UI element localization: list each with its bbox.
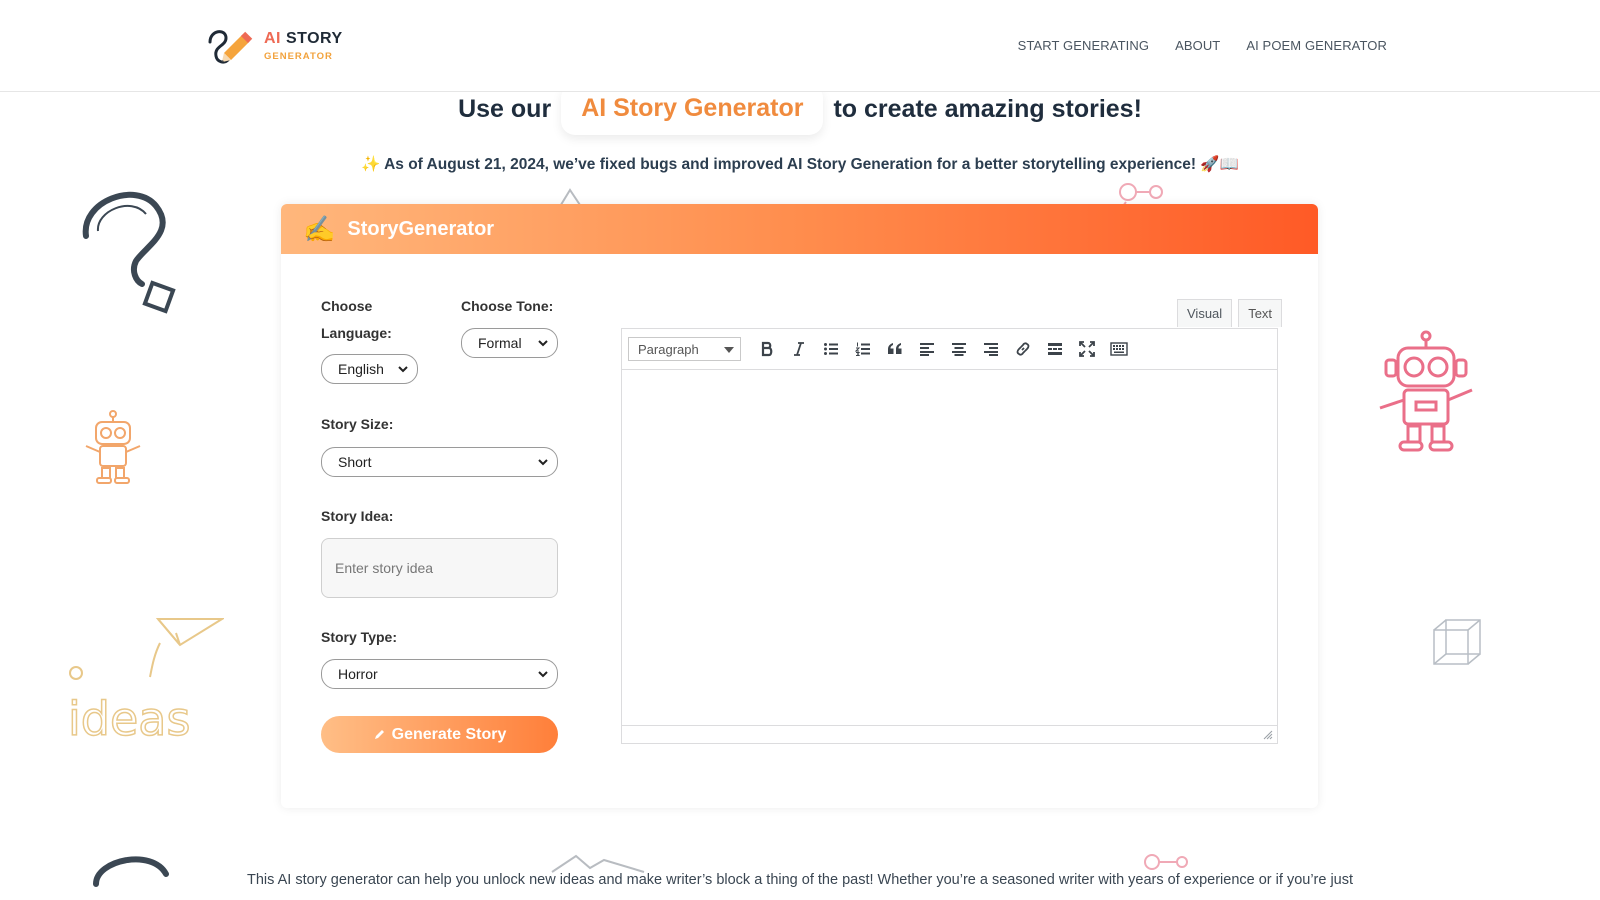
story-idea-input[interactable]: Enter story idea [321,538,558,598]
update-notice-text: As of August 21, 2024, we’ve fixed bugs … [384,156,1197,173]
main-nav: START GENERATING ABOUT AI POEM GENERATOR [1018,38,1387,53]
generate-story-button[interactable]: Generate Story [321,716,558,753]
update-notice: ✨ As of August 21, 2024, we’ve fixed bug… [0,155,1600,174]
question-mark-doodle-icon [82,191,176,314]
rocket-book-icon: 🚀📖 [1200,156,1239,173]
site-logo[interactable]: AI STORY GENERATOR [204,24,343,68]
chevron-down-icon [538,671,548,678]
size-label: Story Size: [321,416,394,432]
editor-statusbar [622,725,1277,743]
link-icon[interactable] [1011,337,1035,361]
type-label: Story Type: [321,629,397,645]
caret-down-icon [724,347,734,353]
tone-select-value: Formal [478,335,522,351]
bold-icon[interactable] [755,337,779,361]
card-header: ✍️ StoryGenerator [281,204,1318,254]
type-select[interactable]: Horror [321,659,558,689]
toolbar-toggle-icon[interactable] [1107,337,1131,361]
logo-ai: AI [264,29,281,47]
tab-visual[interactable]: Visual [1177,299,1233,327]
nav-start-generating[interactable]: START GENERATING [1018,38,1149,53]
site-header: AI STORY GENERATOR START GENERATING ABOU… [0,0,1600,92]
language-label: Choose Language: [321,298,392,341]
intro-paragraph: This AI story generator can help you unl… [246,872,1354,888]
numbered-list-icon[interactable] [851,337,875,361]
fullscreen-icon[interactable] [1075,337,1099,361]
chevron-down-icon [538,459,548,466]
card-title: StoryGenerator [347,217,495,240]
chevron-down-icon [398,366,408,373]
type-select-value: Horror [338,666,378,682]
idea-label: Story Idea: [321,508,394,524]
story-editor[interactable]: Paragraph [621,328,1278,744]
pencil-logo-icon [208,30,253,64]
story-generator-card: ✍️ StoryGenerator Choose Language: Engli… [281,204,1318,808]
align-right-icon[interactable] [979,337,1003,361]
nav-about[interactable]: ABOUT [1175,38,1220,53]
nav-ai-poem-generator[interactable]: AI POEM GENERATOR [1246,38,1387,53]
bullet-list-icon[interactable] [819,337,843,361]
key-doodle-bottom-icon [1144,854,1188,870]
robot-doodle-large-icon [1379,330,1473,452]
size-select[interactable]: Short [321,447,558,477]
sparkle-icon: ✨ [361,156,381,173]
generate-story-label: Generate Story [391,725,507,743]
read-more-icon[interactable] [1043,337,1067,361]
resize-grip-icon[interactable] [1263,730,1273,740]
tone-select[interactable]: Formal [461,328,558,358]
language-select[interactable]: English [321,354,418,384]
format-select-value: Paragraph [638,341,699,357]
language-select-value: English [338,361,384,377]
editor-tabs: Visual Text [1177,299,1283,327]
svg-text:ideas: ideas [68,692,190,745]
logo-sub: GENERATOR [264,50,333,62]
pencil-icon [374,730,384,739]
logo-story: STORY [285,29,343,47]
mountain-doodle-bottom-icon [551,854,645,873]
editor-toolbar: Paragraph [622,329,1277,370]
tab-text[interactable]: Text [1238,299,1283,327]
align-center-icon[interactable] [947,337,971,361]
hero-title-post: to create amazing stories! [833,95,1142,123]
paper-plane-ideas-doodle-icon: ideas [67,618,224,745]
blockquote-icon[interactable] [883,337,907,361]
writing-hand-icon: ✍️ [303,213,336,244]
hero-title-pre: Use our [458,95,552,123]
chevron-down-icon [538,340,548,347]
tone-label: Choose Tone: [461,298,554,314]
size-select-value: Short [338,454,372,470]
italic-icon[interactable] [787,337,811,361]
format-select[interactable]: Paragraph [628,337,741,361]
align-left-icon[interactable] [915,337,939,361]
cube-doodle-icon [1433,619,1481,665]
robot-doodle-small-icon [85,410,141,484]
